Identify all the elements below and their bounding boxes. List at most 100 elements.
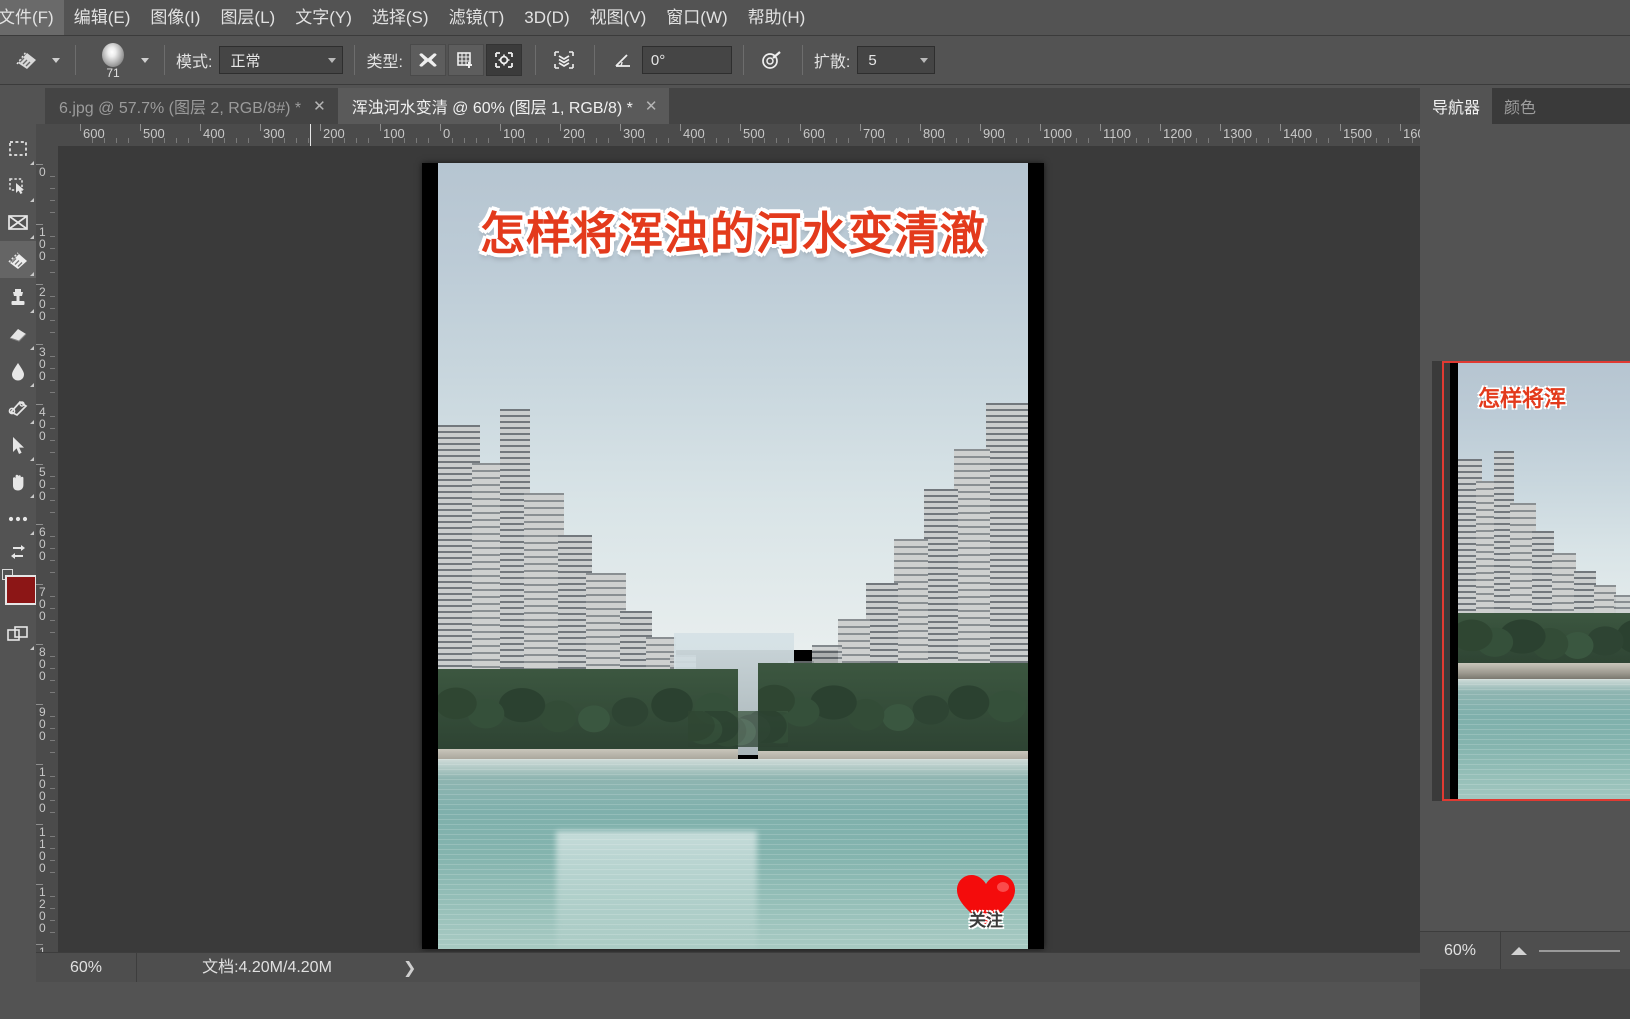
ruler-corner[interactable] xyxy=(36,124,59,147)
navigator-zoom-level[interactable]: 60% xyxy=(1420,932,1501,969)
type-structure-icon[interactable] xyxy=(447,44,484,76)
water-region xyxy=(438,759,1028,949)
ruler-minor-tick xyxy=(50,212,55,213)
ruler-minor-tick xyxy=(50,908,55,909)
follow-badge[interactable]: 关注 xyxy=(954,873,1018,935)
type-content-aware-icon[interactable] xyxy=(485,44,522,76)
options-bar: 71 模式: 正常 类型: 0° 扩散: 5 xyxy=(0,36,1630,85)
navigator-panel-body[interactable]: 怎样将浑 60% xyxy=(1420,124,1630,969)
mode-value: 正常 xyxy=(230,52,261,70)
document-canvas[interactable]: 怎样将浑浊的河水变清澈 关注 xyxy=(422,163,1044,949)
ruler-minor-tick xyxy=(1292,138,1293,143)
brush-preview[interactable]: 71 xyxy=(93,38,133,82)
horizontal-ruler[interactable]: 600 500 400 300 200 100 0 100 200 300 400 500 600 700… xyxy=(58,124,1420,147)
menu-help[interactable]: 帮助(H) xyxy=(738,0,816,35)
canvas-area[interactable]: 怎样将浑浊的河水变清澈 关注 xyxy=(58,146,1420,952)
status-chevron-right-icon[interactable]: ❯ xyxy=(403,958,416,978)
ruler-label: 200 xyxy=(39,285,46,323)
ruler-minor-tick xyxy=(1004,138,1005,143)
edit-toolbar-icon[interactable] xyxy=(0,500,36,537)
menu-type[interactable]: 文字(Y) xyxy=(285,0,362,35)
color-swatches[interactable] xyxy=(0,567,37,615)
ruler-minor-tick xyxy=(50,236,55,237)
document-tab-2[interactable]: 浑浊河水变清 @ 60% (图层 1, RGB/8) * ✕ xyxy=(337,88,670,124)
ruler-minor-tick xyxy=(548,138,549,143)
menu-filter[interactable]: 滤镜(T) xyxy=(439,0,515,35)
ruler-minor-tick xyxy=(1316,138,1317,143)
foreground-color-swatch[interactable] xyxy=(5,575,37,605)
rectangular-marquee-icon[interactable] xyxy=(0,130,36,167)
ruler-minor-tick xyxy=(1112,138,1113,143)
quick-mask-icon[interactable] xyxy=(0,615,36,652)
ruler-minor-tick xyxy=(596,138,597,143)
close-icon[interactable]: ✕ xyxy=(645,97,658,115)
pressure-tablet-icon[interactable] xyxy=(755,45,789,75)
ruler-label: 1100 xyxy=(1103,126,1131,141)
quick-selection-icon[interactable] xyxy=(0,167,36,204)
hand-icon[interactable] xyxy=(0,463,36,500)
diffusion-select[interactable]: 5 xyxy=(857,46,936,74)
zoom-slider-thumb-icon[interactable] xyxy=(1511,946,1527,955)
close-icon[interactable]: ✕ xyxy=(313,97,326,115)
ruler-minor-tick xyxy=(1124,138,1125,143)
options-divider-5 xyxy=(593,45,595,75)
angle-input[interactable]: 0° xyxy=(641,46,732,74)
ruler-minor-tick xyxy=(836,138,837,143)
ruler-minor-tick xyxy=(164,138,165,143)
menu-bar: 文件(F) 编辑(E) 图像(I) 图层(L) 文字(Y) 选择(S) 滤镜(T… xyxy=(0,0,1630,36)
mode-select[interactable]: 正常 xyxy=(219,46,344,74)
navigator-zoom-slider[interactable] xyxy=(1501,946,1630,955)
eraser-icon[interactable] xyxy=(0,315,36,352)
ruler-minor-tick xyxy=(50,176,55,177)
type-label: 类型: xyxy=(366,54,403,71)
navigator-view-box[interactable]: 怎样将浑 xyxy=(1442,361,1630,801)
ruler-minor-tick xyxy=(572,138,573,143)
ruler-minor-tick xyxy=(1376,138,1377,143)
ruler-minor-tick xyxy=(50,296,55,297)
active-tool-patch-icon[interactable] xyxy=(10,45,44,75)
menu-3d[interactable]: 3D(D) xyxy=(514,0,579,35)
ruler-minor-tick xyxy=(128,138,129,143)
tab-navigator[interactable]: 导航器 xyxy=(1420,88,1493,124)
menu-select[interactable]: 选择(S) xyxy=(362,0,439,35)
vertical-ruler[interactable]: 0100200300400500600700800900100011001200… xyxy=(36,146,59,952)
document-image[interactable]: 怎样将浑浊的河水变清澈 关注 xyxy=(438,163,1028,949)
status-zoom-level[interactable]: 60% xyxy=(36,953,137,983)
navigator-thumbnail[interactable]: 怎样将浑 xyxy=(1432,361,1630,801)
tab-color-label: 颜色 xyxy=(1504,100,1537,117)
crop-icon[interactable] xyxy=(0,204,36,241)
ruler-minor-tick xyxy=(188,138,189,143)
menu-file[interactable]: 文件(F) xyxy=(0,0,64,35)
image-headline-text: 怎样将浑浊的河水变清澈 xyxy=(479,207,986,260)
path-selection-icon[interactable] xyxy=(0,426,36,463)
zoom-slider-track[interactable] xyxy=(1539,949,1620,952)
brush-chevron-down-icon[interactable] xyxy=(141,57,149,63)
ruler-minor-tick xyxy=(356,138,357,143)
pen-icon[interactable] xyxy=(0,389,36,426)
document-tab-1[interactable]: 6.jpg @ 57.7% (图层 2, RGB/8#) * ✕ xyxy=(45,88,338,124)
ruler-minor-tick xyxy=(50,188,55,189)
ruler-minor-tick xyxy=(50,260,55,261)
tools-panel xyxy=(0,124,37,952)
sample-all-layers-icon[interactable] xyxy=(547,45,581,75)
type-mix-icon[interactable] xyxy=(409,44,446,76)
tab-color[interactable]: 颜色 xyxy=(1492,88,1549,124)
clone-stamp-icon[interactable] xyxy=(0,278,36,315)
ruler-minor-tick xyxy=(416,138,417,143)
menu-view[interactable]: 视图(V) xyxy=(580,0,657,35)
tool-preset-chevron-down-icon[interactable] xyxy=(52,57,60,63)
patch-tool-icon[interactable] xyxy=(0,241,36,278)
menu-image[interactable]: 图像(I) xyxy=(140,0,210,35)
menu-edit[interactable]: 编辑(E) xyxy=(64,0,141,35)
ruler-minor-tick xyxy=(368,138,369,143)
blur-icon[interactable] xyxy=(0,352,36,389)
ruler-minor-tick xyxy=(1244,138,1245,143)
menu-layer[interactable]: 图层(L) xyxy=(210,0,285,35)
swap-colors-icon[interactable] xyxy=(0,537,36,567)
ruler-label: 700 xyxy=(39,585,46,623)
menu-window[interactable]: 窗口(W) xyxy=(656,0,737,35)
ruler-minor-tick xyxy=(50,488,55,489)
ruler-minor-tick xyxy=(476,138,477,143)
ruler-minor-tick xyxy=(992,138,993,143)
tool-corner-marker xyxy=(30,457,34,461)
